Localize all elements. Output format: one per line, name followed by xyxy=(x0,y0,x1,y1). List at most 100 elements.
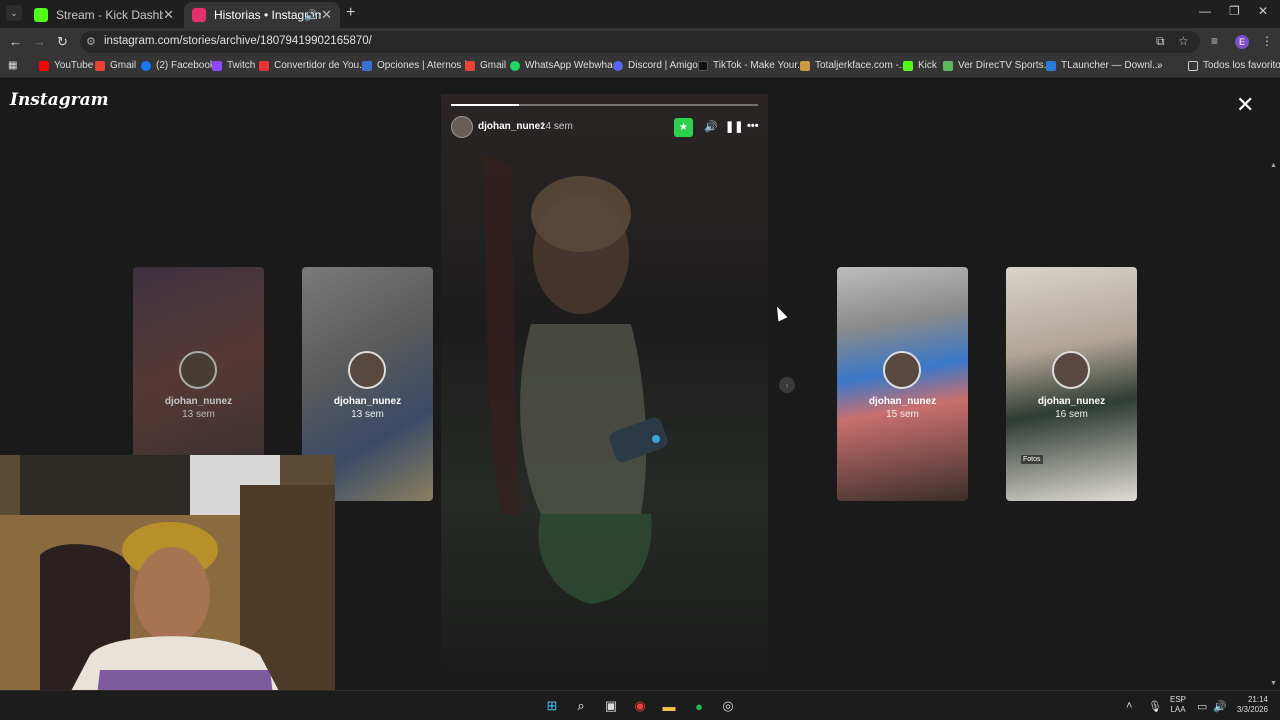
bookmark-kick[interactable]: Kick xyxy=(903,60,937,71)
task-view-icon[interactable]: ▣ xyxy=(602,697,620,715)
clock-date: 3/3/2026 xyxy=(1236,705,1268,714)
volume-icon[interactable]: 🔊 xyxy=(704,120,718,133)
story-age: 15 sem xyxy=(886,409,919,420)
bookmark-facebook[interactable]: (2) Facebook xyxy=(141,60,215,71)
tlauncher-icon xyxy=(1046,60,1056,71)
clock-time: 21:14 xyxy=(1247,695,1268,704)
media-controls-icon[interactable]: ≡ xyxy=(1211,34,1218,48)
bookmark-youtube[interactable]: YouTube xyxy=(39,60,93,71)
site-info-icon[interactable]: ⚙ xyxy=(86,35,96,48)
bookmarks-bar: ▦ YouTube Gmail (2) Facebook Twitch Conv… xyxy=(0,56,1280,78)
avatar xyxy=(883,351,921,389)
bookmark-totaljerkface[interactable]: Totaljerkface.com -... xyxy=(800,60,907,71)
bookmark-gmail[interactable]: Gmail xyxy=(95,60,136,71)
story-age: 16 sem xyxy=(1055,409,1088,420)
network-icon[interactable]: ▭ xyxy=(1197,700,1207,713)
chrome-menu-icon[interactable]: ⋮ xyxy=(1261,34,1273,48)
story-username: djohan_nunez xyxy=(868,396,937,407)
close-friends-star-icon[interactable]: ★ xyxy=(674,118,693,137)
avatar xyxy=(1052,351,1090,389)
whatsapp-icon xyxy=(510,60,520,71)
active-story[interactable]: djohan_nunez 14 sem ★ 🔊 ❚❚ ••• xyxy=(441,94,768,674)
close-tab-icon[interactable]: ✕ xyxy=(321,7,332,23)
bookmark-star-icon[interactable]: ☆ xyxy=(1178,34,1189,48)
story-progress-fill xyxy=(451,104,519,106)
scroll-down-arrow-icon[interactable]: ▼ xyxy=(1270,680,1277,687)
bookmark-converter[interactable]: Convertidor de You... xyxy=(259,60,367,71)
profile-avatar[interactable]: E xyxy=(1235,35,1249,49)
file-explorer-icon[interactable]: ▬ xyxy=(660,697,678,715)
new-tab-button[interactable]: + xyxy=(346,4,355,22)
bookmark-aternos[interactable]: Opciones | Aternos |... xyxy=(362,60,475,71)
input-language-indicator[interactable]: ESP LAA xyxy=(1170,695,1186,715)
tab-title: Stream - Kick Dashboard xyxy=(56,8,164,22)
story-username[interactable]: djohan_nunez xyxy=(478,121,545,132)
avatar xyxy=(348,351,386,389)
show-hidden-icons-chevron-icon[interactable]: ˄ xyxy=(1126,700,1132,712)
story-header: djohan_nunez 14 sem ★ 🔊 ❚❚ ••• xyxy=(451,116,759,140)
converter-icon xyxy=(259,60,269,71)
browser-toolbar: ← → ↻ ⚙ instagram.com/stories/archive/18… xyxy=(0,28,1280,56)
speaker-icon[interactable]: 🔊 xyxy=(304,9,318,22)
next-story-chevron-icon[interactable]: › xyxy=(779,377,795,393)
layout-label: LAA xyxy=(1170,705,1186,714)
bookmark-tiktok[interactable]: TikTok - Make Your... xyxy=(698,60,805,71)
windows-taskbar: ⊞ ⌕ ▣ ◉ ▬ ● ◎ ˄ 🎙 ESP LAA ▭ 🔊 21:14 3/3/… xyxy=(0,690,1280,720)
all-bookmarks-folder[interactable]: Todos los favoritos xyxy=(1188,60,1280,71)
bookmark-tlauncher[interactable]: TLauncher — Downl... xyxy=(1046,60,1161,71)
twitch-icon xyxy=(212,60,222,71)
instagram-favicon-icon xyxy=(192,8,206,22)
restore-button[interactable]: ❐ xyxy=(1229,4,1240,18)
avatar[interactable] xyxy=(451,116,473,138)
story-age: 14 sem xyxy=(540,121,573,132)
forward-button[interactable]: → xyxy=(33,34,46,49)
side-story-card[interactable]: djohan_nunez 16 sem Fotos xyxy=(1006,267,1137,501)
pause-icon[interactable]: ❚❚ xyxy=(725,120,743,133)
avatar xyxy=(179,351,217,389)
bookmark-twitch[interactable]: Twitch xyxy=(212,60,255,71)
youtube-icon xyxy=(39,60,49,71)
discord-icon xyxy=(613,60,623,71)
install-app-icon[interactable]: ⧉ xyxy=(1156,34,1165,49)
system-clock[interactable]: 21:14 3/3/2026 xyxy=(1232,695,1268,715)
tab-search-button[interactable]: ⌄ xyxy=(6,5,22,21)
story-age: 13 sem xyxy=(182,409,215,420)
bookmark-gmail-2[interactable]: Gmail xyxy=(465,60,506,71)
folder-icon xyxy=(1188,60,1198,71)
back-button[interactable]: ← xyxy=(9,34,22,49)
obs-icon[interactable]: ◎ xyxy=(719,697,737,715)
close-icon[interactable]: ✕ xyxy=(1236,94,1254,116)
apps-grid-icon[interactable]: ▦ xyxy=(8,60,17,71)
address-bar[interactable]: ⚙ instagram.com/stories/archive/18079419… xyxy=(80,31,1200,53)
aternos-icon xyxy=(362,60,372,71)
minimize-button[interactable]: — xyxy=(1199,4,1211,18)
instagram-logo[interactable]: Instagram xyxy=(10,90,109,110)
windows-start-icon[interactable]: ⊞ xyxy=(543,697,561,715)
kick-favicon-icon xyxy=(34,8,48,22)
browser-tab-strip: ⌄ Stream - Kick Dashboard ✕ Historias • … xyxy=(0,0,1280,28)
bookmark-whatsapp[interactable]: WhatsApp Webwha... xyxy=(510,60,621,71)
reload-button[interactable]: ↻ xyxy=(57,34,68,50)
story-username: djohan_nunez xyxy=(1037,396,1106,407)
close-window-button[interactable]: ✕ xyxy=(1258,4,1268,18)
search-icon[interactable]: ⌕ xyxy=(572,697,590,715)
bookmark-discord[interactable]: Discord | Amigos xyxy=(613,60,703,71)
tiktok-icon xyxy=(698,60,708,71)
volume-icon[interactable]: 🔊 xyxy=(1213,700,1227,713)
directv-icon xyxy=(943,60,953,71)
scroll-up-arrow-icon[interactable]: ▲ xyxy=(1270,162,1277,169)
side-story-card[interactable]: djohan_nunez 15 sem xyxy=(837,267,968,501)
spotify-icon[interactable]: ● xyxy=(690,697,708,715)
more-options-icon[interactable]: ••• xyxy=(747,120,759,132)
more-bookmarks-chevron-icon[interactable]: » xyxy=(1157,60,1163,71)
tab-kick-dashboard[interactable]: Stream - Kick Dashboard ✕ xyxy=(26,2,182,28)
chrome-icon[interactable]: ◉ xyxy=(631,697,649,715)
tab-instagram-stories[interactable]: Historias • Instagram 🔊 ✕ xyxy=(184,2,340,28)
microphone-icon[interactable]: 🎙 xyxy=(1148,700,1162,713)
gmail-icon xyxy=(465,60,475,71)
close-tab-icon[interactable]: ✕ xyxy=(163,7,174,23)
language-label: ESP xyxy=(1170,695,1187,704)
kick-icon xyxy=(903,60,913,71)
webcam-overlay xyxy=(0,455,335,712)
bookmark-directv[interactable]: Ver DirecTV Sports... xyxy=(943,60,1052,71)
